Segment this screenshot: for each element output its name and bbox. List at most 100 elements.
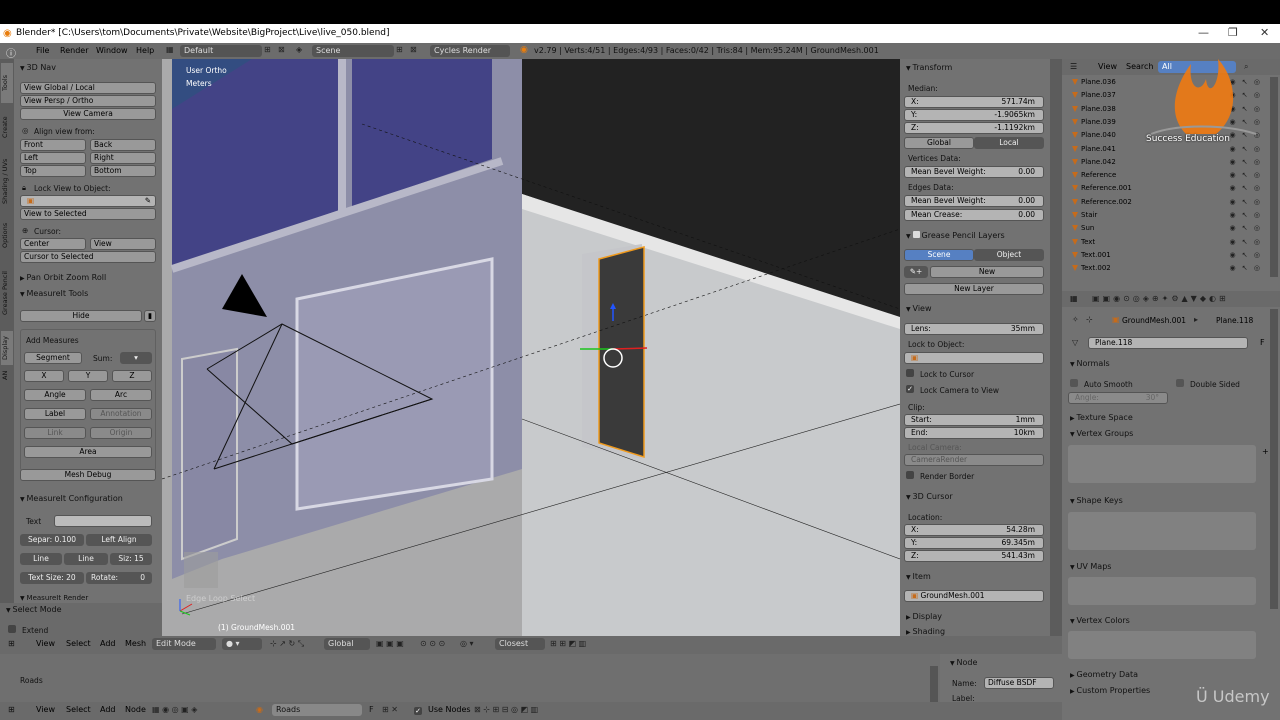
section-transform[interactable]: Transform xyxy=(906,63,953,72)
global-toggle[interactable]: Global xyxy=(904,137,974,149)
angle-button[interactable]: Angle xyxy=(24,389,86,401)
editor-type-icon[interactable]: ⊞ xyxy=(8,639,15,648)
segment-button[interactable]: Segment xyxy=(24,352,82,364)
center-button[interactable]: Center xyxy=(20,238,86,250)
item-name-field[interactable]: ▣ GroundMesh.001 xyxy=(904,590,1044,602)
section-normals[interactable]: Normals xyxy=(1070,359,1110,368)
visibility-icons[interactable]: ◉ ↖ ◎ xyxy=(1229,198,1262,206)
node-name-field[interactable]: Diffuse BSDF xyxy=(984,677,1054,689)
label-button[interactable]: Label xyxy=(24,408,86,420)
section-geometry-data[interactable]: Geometry Data xyxy=(1070,670,1139,679)
text-color-swatch[interactable] xyxy=(54,515,152,527)
properties-editor-icon[interactable]: ▦ xyxy=(1070,294,1078,303)
crumb-object[interactable]: GroundMesh.001 xyxy=(1122,316,1186,325)
outliner-item[interactable]: Reference.002 ◉ ↖ ◎ xyxy=(1072,198,1268,206)
scene-field[interactable]: Scene xyxy=(312,45,394,57)
vertex-group-add-icon[interactable]: + xyxy=(1262,447,1269,456)
section-custom-properties[interactable]: Custom Properties xyxy=(1070,686,1151,695)
tab-display[interactable]: Display xyxy=(1,331,13,365)
eyedropper-icon[interactable]: ✎ xyxy=(145,196,151,206)
clip-end-field[interactable]: End: 10km xyxy=(904,427,1044,439)
vp-menu-view[interactable]: View xyxy=(36,639,55,648)
section-texture-space[interactable]: Texture Space xyxy=(1070,413,1133,422)
snap-target-select[interactable]: Closest xyxy=(495,638,545,650)
delete-layout-icon[interactable]: ⊠ xyxy=(278,45,285,54)
node-scrollbar[interactable] xyxy=(930,666,938,702)
auto-smooth-checkbox[interactable] xyxy=(1070,379,1078,387)
vertex-colors-list[interactable] xyxy=(1068,631,1256,659)
menu-render[interactable]: Render xyxy=(60,46,88,55)
mesh-debug-button[interactable]: Mesh Debug xyxy=(20,469,156,481)
node-editor-type-icon[interactable]: ⊞ xyxy=(8,705,15,714)
select-mode-icons[interactable]: ▣ ▣ ▣ xyxy=(376,639,404,648)
x-toggle[interactable]: X xyxy=(24,370,64,382)
size-field[interactable]: Siz: 15 xyxy=(110,553,152,565)
gp-edit-icon[interactable]: ✎+ xyxy=(904,266,928,278)
visibility-icons[interactable]: ◉ ↖ ◎ xyxy=(1229,251,1262,259)
select-mode-title[interactable]: Select Mode xyxy=(6,605,62,614)
outliner-item[interactable]: Reference.001 ◉ ↖ ◎ xyxy=(1072,184,1268,192)
gp-checkbox[interactable] xyxy=(912,231,920,238)
annotation-button[interactable]: Annotation xyxy=(90,408,152,420)
node-editor[interactable]: Roads xyxy=(0,654,940,702)
lens-field[interactable]: Lens: 35mm xyxy=(904,323,1044,335)
outliner-item[interactable]: Reference ◉ ↖ ◎ xyxy=(1072,171,1268,179)
vertex-groups-list[interactable] xyxy=(1068,445,1256,483)
cursor-x-field[interactable]: X: 54.28m xyxy=(904,524,1044,536)
node-menu-add[interactable]: Add xyxy=(100,705,116,714)
section-measureit-tools[interactable]: MeasureIt Tools xyxy=(20,289,89,298)
outliner-item[interactable]: Plane.042 ◉ ↖ ◎ xyxy=(1072,158,1268,166)
outliner-item[interactable]: Text.001 ◉ ↖ ◎ xyxy=(1072,251,1268,259)
section-measureit-config[interactable]: MeasureIt Configuration xyxy=(20,494,123,503)
snap-icons[interactable]: ⊞ ⊞ ◩ ▥ xyxy=(550,639,586,648)
section-item[interactable]: Item xyxy=(906,572,931,581)
orientation-select[interactable]: Global xyxy=(324,638,370,650)
z-toggle[interactable]: Z xyxy=(112,370,152,382)
section-3d-cursor[interactable]: 3D Cursor xyxy=(906,492,953,501)
text-size-field[interactable]: Text Size: 20 xyxy=(20,572,84,584)
menu-help[interactable]: Help xyxy=(136,46,154,55)
lock-cursor-checkbox[interactable] xyxy=(906,369,914,377)
tab-create[interactable]: Create xyxy=(1,107,13,147)
bottom-button[interactable]: Bottom xyxy=(90,165,156,177)
edge-bevel-weight-field[interactable]: Mean Bevel Weight: 0.00 xyxy=(904,195,1044,207)
node-menu-select[interactable]: Select xyxy=(66,705,91,714)
view-selected-button[interactable]: View to Selected xyxy=(20,208,156,220)
section-measureit-render[interactable]: MeasureIt Render xyxy=(20,594,89,602)
3d-viewport[interactable]: User Ortho Meters Edge Loop Select (1) G… xyxy=(162,59,900,636)
section-display[interactable]: Display xyxy=(906,612,943,621)
node-toolbar-icons[interactable]: ⊠ ⊹ ⊞ ⊟ ◎ ◩ ▥ xyxy=(474,705,538,714)
measure-lock-icon[interactable]: ▮ xyxy=(144,310,156,322)
line-select-2[interactable]: Line xyxy=(64,553,108,565)
layout-grid-icon[interactable]: ▦ xyxy=(166,45,174,54)
outliner-editor-icon[interactable]: ☰ xyxy=(1070,62,1077,71)
vp-menu-select[interactable]: Select xyxy=(66,639,91,648)
tab-shading-uvs[interactable]: Shading / UVs xyxy=(1,151,13,211)
visibility-icons[interactable]: ◉ ↖ ◎ xyxy=(1229,264,1262,272)
outliner-scrollbar[interactable] xyxy=(1270,77,1278,277)
extend-checkbox[interactable] xyxy=(8,625,16,633)
local-camera-field[interactable]: CameraRender xyxy=(904,454,1044,466)
outliner-item[interactable]: Text ◉ ↖ ◎ xyxy=(1072,238,1268,246)
local-toggle[interactable]: Local xyxy=(974,137,1044,149)
vertex-bevel-weight-field[interactable]: Mean Bevel Weight: 0.00 xyxy=(904,166,1044,178)
section-vertex-groups[interactable]: Vertex Groups xyxy=(1070,429,1134,438)
lock-object-field[interactable]: ▣ ✎ xyxy=(20,195,156,207)
tab-grease-pencil[interactable]: Grease Pencil xyxy=(1,259,13,327)
vp-menu-mesh[interactable]: Mesh xyxy=(125,639,146,648)
section-view[interactable]: View xyxy=(906,304,932,313)
link-button[interactable]: Link xyxy=(24,427,86,439)
visibility-icons[interactable]: ◉ ↖ ◎ xyxy=(1229,238,1262,246)
delete-scene-icon[interactable]: ⊠ xyxy=(410,45,417,54)
node-menu-view[interactable]: View xyxy=(36,705,55,714)
gp-scene-toggle[interactable]: Scene xyxy=(904,249,974,261)
section-node[interactable]: Node xyxy=(950,658,978,667)
shading-select[interactable]: ● ▾ xyxy=(222,638,262,650)
visibility-icons[interactable]: ◉ ↖ ◎ xyxy=(1229,171,1262,179)
median-z-field[interactable]: Z: -1.1192km xyxy=(904,122,1044,134)
sum-select[interactable]: ▾ xyxy=(120,352,152,364)
shape-keys-list[interactable] xyxy=(1068,512,1256,550)
view-button[interactable]: View xyxy=(90,238,156,250)
view-lock-object-field[interactable]: ▣ xyxy=(904,352,1044,364)
mean-crease-field[interactable]: Mean Crease: 0.00 xyxy=(904,209,1044,221)
